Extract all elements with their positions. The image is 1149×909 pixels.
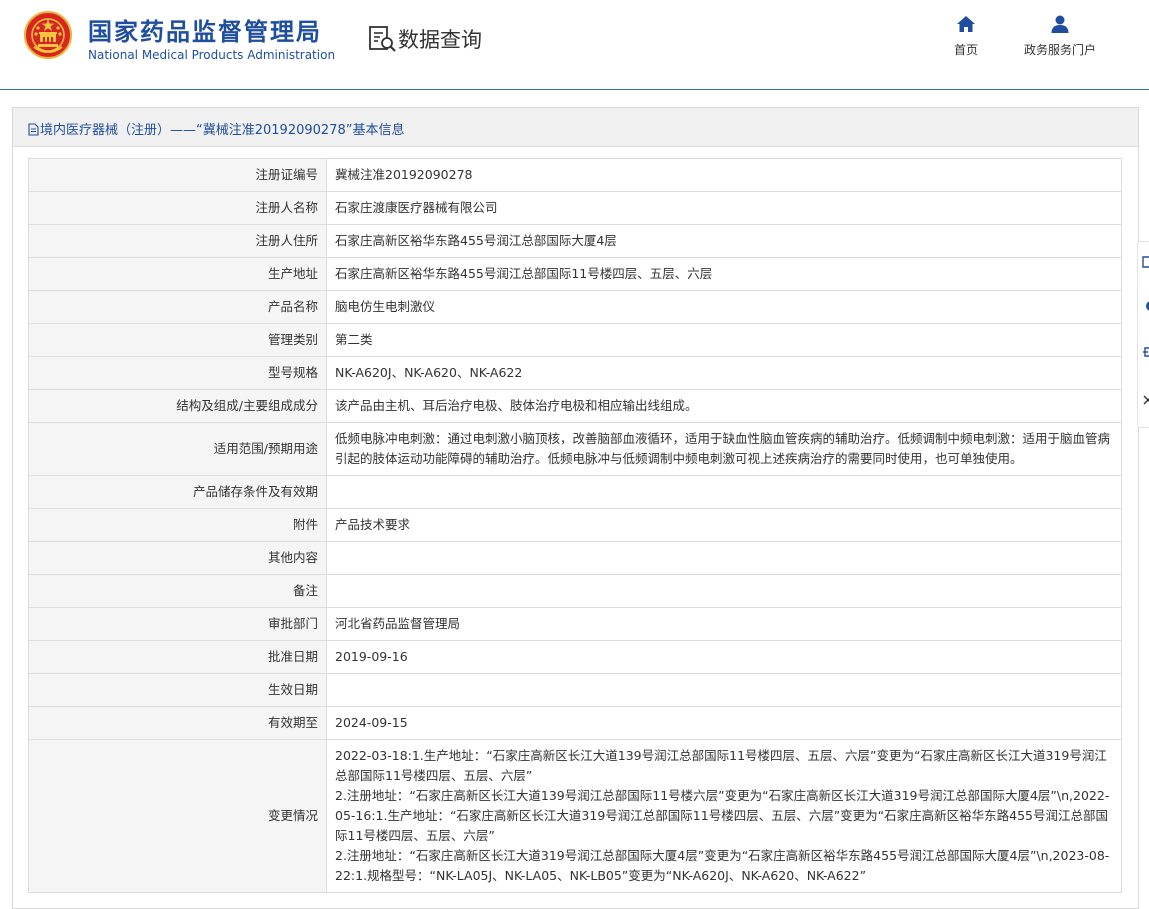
row-label: 附件 <box>28 508 327 542</box>
nav-home-label: 首页 <box>953 43 978 57</box>
change-line: 2022-03-18:1.生产地址：“石家庄高新区长江大道139号润江总部国际1… <box>335 748 1107 783</box>
side-close-icon[interactable] <box>1142 394 1149 406</box>
site-header: 国家药品监督管理局 National Medical Products Admi… <box>0 0 1149 90</box>
table-row: 其他内容 <box>28 541 1122 575</box>
table-row: 生效日期 <box>28 673 1122 707</box>
nav-home[interactable]: 首页 <box>945 14 987 58</box>
nav-service-portal-label: 政务服务门户 <box>1023 43 1096 57</box>
org-name-en: National Medical Products Administration <box>88 48 336 62</box>
org-name-cn: 国家药品监督管理局 <box>88 18 322 46</box>
row-label: 审批部门 <box>28 607 327 641</box>
data-query-icon <box>369 26 396 52</box>
row-value: NK-A620J、NK-A620、NK-A622 <box>326 356 1122 390</box>
panel-title: 境内医疗器械（注册）——“冀械注准20192090278”基本信息 <box>28 119 404 138</box>
row-value: 石家庄渡康医疗器械有限公司 <box>326 191 1122 225</box>
table-row: 有效期至 2024-09-15 <box>28 706 1122 740</box>
table-row: 附件 产品技术要求 <box>28 508 1122 542</box>
row-label: 适用范围/预期用途 <box>28 422 327 476</box>
row-value <box>326 574 1122 608</box>
row-label: 产品名称 <box>28 290 327 324</box>
table-row: 注册人名称 石家庄渡康医疗器械有限公司 <box>28 191 1122 225</box>
row-label: 批准日期 <box>28 640 327 674</box>
side-share-icon[interactable] <box>1142 346 1149 358</box>
row-value: 石家庄高新区裕华东路455号润江总部国际大厦4层 <box>326 224 1122 258</box>
change-line: 2.注册地址：“石家庄高新区长江大道139号润江总部国际11号楼六层”变更为“石… <box>335 788 1110 843</box>
header-divider <box>0 89 1149 90</box>
change-line: 2.注册地址：“石家庄高新区长江大道319号润江总部国际大厦4层”变更为“石家庄… <box>335 848 1110 883</box>
row-label: 管理类别 <box>28 323 327 357</box>
table-row: 产品储存条件及有效期 <box>28 475 1122 509</box>
table-row: 结构及组成/主要组成成分 该产品由主机、耳后治疗电极、肢体治疗电极和相应输出线组成… <box>28 389 1122 423</box>
row-value: 脑电仿生电刺激仪 <box>326 290 1122 324</box>
table-row: 注册人住所 石家庄高新区裕华东路455号润江总部国际大厦4层 <box>28 224 1122 258</box>
table-row: 管理类别 第二类 <box>28 323 1122 357</box>
row-value <box>326 541 1122 575</box>
row-value: 冀械注准20192090278 <box>326 158 1122 192</box>
row-value: 石家庄高新区裕华东路455号润江总部国际11号楼四层、五层、六层 <box>326 257 1122 291</box>
data-query-title: 数据查询 <box>398 28 482 52</box>
change-history-value: 2022-03-18:1.生产地址：“石家庄高新区长江大道139号润江总部国际1… <box>326 739 1122 893</box>
row-value <box>326 475 1122 509</box>
row-label: 注册证编号 <box>28 158 327 192</box>
row-label: 结构及组成/主要组成成分 <box>28 389 327 423</box>
table-row: 产品名称 脑电仿生电刺激仪 <box>28 290 1122 324</box>
side-toolbar <box>1137 241 1149 428</box>
side-info-icon[interactable] <box>1142 300 1149 312</box>
row-value: 第二类 <box>326 323 1122 357</box>
detail-panel: 境内医疗器械（注册）——“冀械注准20192090278”基本信息 注册证编号冀… <box>12 107 1139 909</box>
home-icon <box>957 16 975 32</box>
row-label: 生产地址 <box>28 257 327 291</box>
table-row: 批准日期 2019-09-16 <box>28 640 1122 674</box>
panel-header: 境内医疗器械（注册）——“冀械注准20192090278”基本信息 <box>13 108 1138 147</box>
nav-service-portal[interactable]: 政务服务门户 <box>1014 14 1106 58</box>
row-label: 生效日期 <box>28 673 327 707</box>
national-emblem-icon <box>24 11 72 59</box>
user-icon <box>1051 15 1069 33</box>
row-value <box>326 673 1122 707</box>
table-row: 备注 <box>28 574 1122 608</box>
row-label: 注册人名称 <box>28 191 327 225</box>
table-row: 适用范围/预期用途 低频电脉冲电刺激：通过电刺激小脑顶核，改善脑部血液循环，适用于… <box>28 422 1122 476</box>
row-label: 注册人住所 <box>28 224 327 258</box>
table-row: 注册证编号 冀械注准20192090278 <box>28 158 1122 192</box>
row-label: 产品储存条件及有效期 <box>28 475 327 509</box>
row-value: 2024-09-15 <box>326 706 1122 740</box>
change-history-label: 变更情况 <box>28 739 327 893</box>
row-label: 有效期至 <box>28 706 327 740</box>
row-value: 河北省药品监督管理局 <box>326 607 1122 641</box>
row-value: 2019-09-16 <box>326 640 1122 674</box>
row-label: 备注 <box>28 574 327 608</box>
row-value: 产品技术要求 <box>326 508 1122 542</box>
document-icon <box>28 123 39 136</box>
change-history-row: 变更情况 2022-03-18:1.生产地址：“石家庄高新区长江大道139号润江… <box>28 739 1122 893</box>
row-label: 其他内容 <box>28 541 327 575</box>
panel-title-text: 境内医疗器械（注册）——“冀械注准20192090278”基本信息 <box>40 123 405 138</box>
row-value: 低频电脉冲电刺激：通过电刺激小脑顶核，改善脑部血液循环，适用于缺血性脑血管疾病的… <box>326 422 1122 476</box>
table-row: 生产地址 石家庄高新区裕华东路455号润江总部国际11号楼四层、五层、六层 <box>28 257 1122 291</box>
table-row: 型号规格 NK-A620J、NK-A620、NK-A622 <box>28 356 1122 390</box>
side-document-icon[interactable] <box>1142 256 1149 268</box>
row-label: 型号规格 <box>28 356 327 390</box>
detail-table: 注册证编号 冀械注准20192090278 注册人名称 石家庄渡康医疗器械有限公司 … <box>28 158 1122 893</box>
row-value: 该产品由主机、耳后治疗电极、肢体治疗电极和相应输出线组成。 <box>326 389 1122 423</box>
table-row: 审批部门 河北省药品监督管理局 <box>28 607 1122 641</box>
